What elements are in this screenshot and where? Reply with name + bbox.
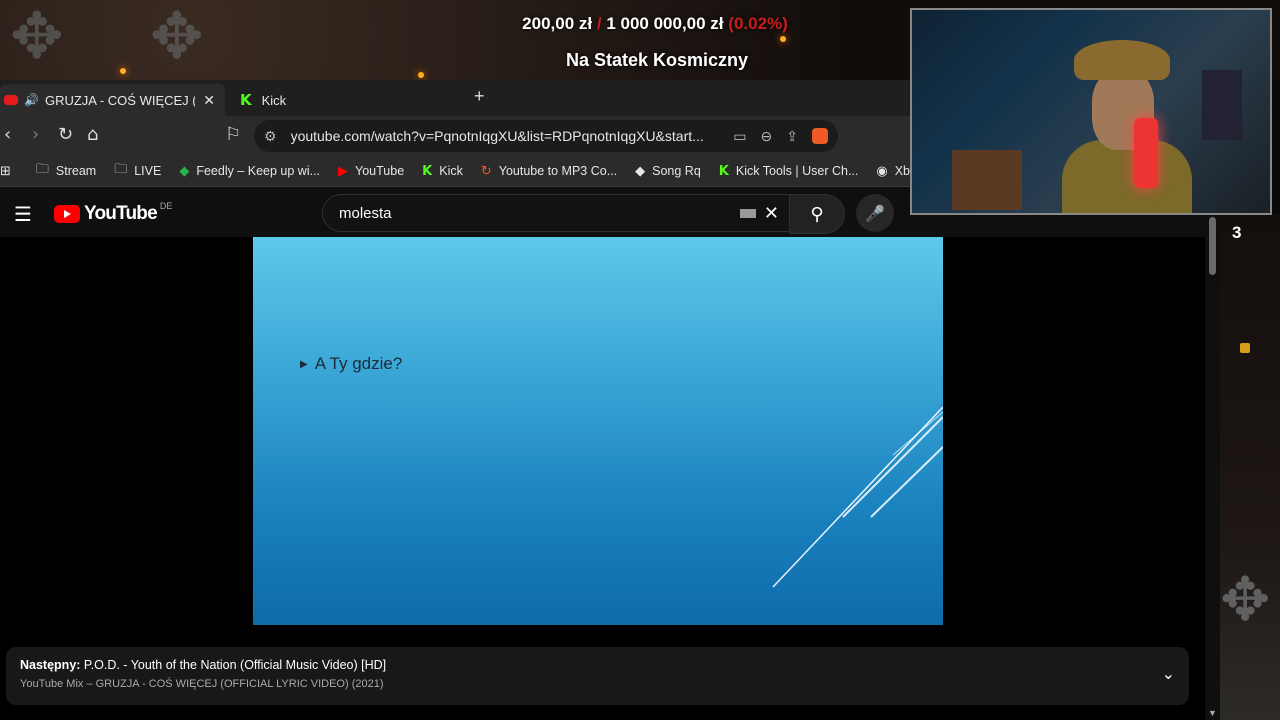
webcam-person-body bbox=[1062, 140, 1192, 213]
search-button[interactable]: ⚲ bbox=[789, 194, 845, 234]
celtic-knot-icon: ✥ bbox=[1220, 565, 1271, 635]
webcam-lamp bbox=[1202, 70, 1242, 140]
converter-icon: ↻ bbox=[480, 163, 492, 179]
goal-percent: (0.02%) bbox=[728, 14, 788, 33]
tab-label: GRUZJA - COŚ WIĘCEJ (OFFIC bbox=[44, 92, 195, 108]
overlay-side-number: 3 bbox=[1232, 223, 1242, 242]
webcam-shelf bbox=[952, 150, 1022, 210]
zoom-icon[interactable]: ⊖ bbox=[761, 128, 773, 145]
webcam-microphone bbox=[1134, 118, 1158, 188]
webcam-person-hat bbox=[1074, 40, 1170, 80]
ember-decoration bbox=[780, 36, 786, 42]
folder-icon: 🗀 bbox=[35, 162, 49, 177]
clear-search-icon[interactable]: ✕ bbox=[764, 203, 779, 224]
bookmark-icon[interactable]: ⚐ bbox=[225, 124, 241, 145]
microphone-icon: 🎤 bbox=[865, 203, 885, 223]
goal-current: 200,00 zł bbox=[522, 14, 593, 33]
diamond-icon: ◆ bbox=[635, 163, 646, 179]
site-settings-icon[interactable]: ⚙ bbox=[264, 128, 277, 145]
brave-shield-icon[interactable] bbox=[812, 127, 828, 144]
ember-decoration bbox=[1240, 343, 1250, 353]
bookmark-yt-mp3[interactable]: ↻ Youtube to MP3 Co... bbox=[481, 164, 617, 179]
search-box: ✕ bbox=[322, 194, 790, 232]
slide-decoration-lines bbox=[772, 406, 943, 588]
address-bar[interactable]: ⚙ youtube.com/watch?v=PqnotnIqgXU&list=R… bbox=[254, 120, 838, 152]
up-next-title: Następny: P.O.D. - Youth of the Nation (… bbox=[20, 658, 387, 672]
stream-overlay-side: 3 ✥ bbox=[1220, 215, 1280, 720]
url-text[interactable]: youtube.com/watch?v=PqnotnIqgXU&list=RDP… bbox=[291, 128, 704, 144]
goal-separator: / bbox=[596, 14, 602, 33]
share-icon[interactable]: ⇪ bbox=[786, 128, 798, 145]
feedly-icon: ◆ bbox=[179, 163, 190, 179]
webcam-feed bbox=[910, 8, 1272, 215]
menu-icon[interactable]: ☰ bbox=[14, 202, 32, 226]
video-player[interactable]: ▶ A Ty gdzie? bbox=[253, 237, 943, 625]
goal-target: 1 000 000,00 zł bbox=[606, 14, 724, 33]
youtube-icon: ▶ bbox=[338, 163, 349, 179]
apps-icon[interactable]: ⊞ bbox=[0, 164, 18, 179]
bookmarks-bar: ⊞ 🗀 Stream 🗀 LIVE ◆ Feedly – Keep up wi... … bbox=[0, 156, 910, 187]
keyboard-icon[interactable] bbox=[739, 208, 756, 218]
cast-icon[interactable]: ▭ bbox=[733, 128, 746, 145]
back-icon[interactable]: ‹ bbox=[4, 124, 11, 145]
tab-youtube[interactable]: 🔊 GRUZJA - COŚ WIĘCEJ (OFFIC ✕ bbox=[0, 84, 225, 116]
voice-search-button[interactable]: 🎤 bbox=[856, 194, 894, 232]
forward-icon[interactable]: › bbox=[32, 124, 39, 145]
browser-navbar: ‹ › ↻ ⌂ ⚐ ⚙ youtube.com/watch?v=PqnotnIq… bbox=[0, 116, 910, 156]
folder-icon: 🗀 bbox=[114, 162, 128, 177]
kick-icon: K bbox=[718, 163, 729, 179]
browser-tabstrip: 🔊 GRUZJA - COŚ WIĘCEJ (OFFIC ✕ K Kick bbox=[0, 80, 910, 116]
bookmark-feedly[interactable]: ◆ Feedly – Keep up wi... bbox=[179, 164, 320, 179]
youtube-logo[interactable]: YouTube DE bbox=[54, 201, 172, 225]
tab-label: Kick bbox=[261, 92, 287, 108]
up-next-playlist: YouTube Mix – GRUZJA - COŚ WIĘCEJ (OFFIC… bbox=[20, 678, 384, 690]
page-scrollbar[interactable]: ▼ bbox=[1205, 187, 1220, 720]
youtube-icon bbox=[54, 205, 80, 223]
bookmark-live[interactable]: 🗀 LIVE bbox=[114, 160, 161, 182]
kick-icon: K bbox=[422, 163, 433, 179]
reload-icon[interactable]: ↻ bbox=[58, 124, 73, 145]
speaker-icon[interactable]: 🔊 bbox=[24, 93, 39, 107]
scroll-down-arrow-icon[interactable]: ▼ bbox=[1208, 708, 1217, 718]
chevron-down-icon[interactable]: ⌄ bbox=[1162, 664, 1175, 683]
search-icon: ⚲ bbox=[810, 203, 824, 225]
youtube-icon bbox=[4, 95, 18, 105]
ember-decoration bbox=[418, 72, 424, 78]
scrollbar-thumb[interactable] bbox=[1209, 217, 1216, 275]
search-input[interactable] bbox=[337, 203, 721, 223]
kick-icon: K bbox=[240, 91, 252, 109]
up-next-bar[interactable]: Następny: P.O.D. - Youth of the Nation (… bbox=[6, 647, 1189, 705]
globe-icon: ◉ bbox=[876, 163, 888, 179]
tab-kick[interactable]: K Kick bbox=[240, 84, 286, 116]
bookmark-xbox[interactable]: ◉Xbox Cl bbox=[876, 164, 910, 179]
bookmark-stream[interactable]: 🗀 Stream bbox=[36, 160, 96, 182]
home-icon[interactable]: ⌂ bbox=[87, 124, 98, 145]
bookmark-kick[interactable]: K Kick bbox=[422, 164, 463, 179]
bookmark-youtube[interactable]: ▶ YouTube bbox=[338, 164, 404, 179]
close-icon[interactable]: ✕ bbox=[203, 92, 215, 109]
bookmark-song-rq[interactable]: ◆ Song Rq bbox=[635, 164, 701, 179]
bookmark-kick-tools[interactable]: K Kick Tools | User Ch... bbox=[719, 164, 859, 179]
new-tab-button[interactable]: + bbox=[474, 86, 485, 107]
